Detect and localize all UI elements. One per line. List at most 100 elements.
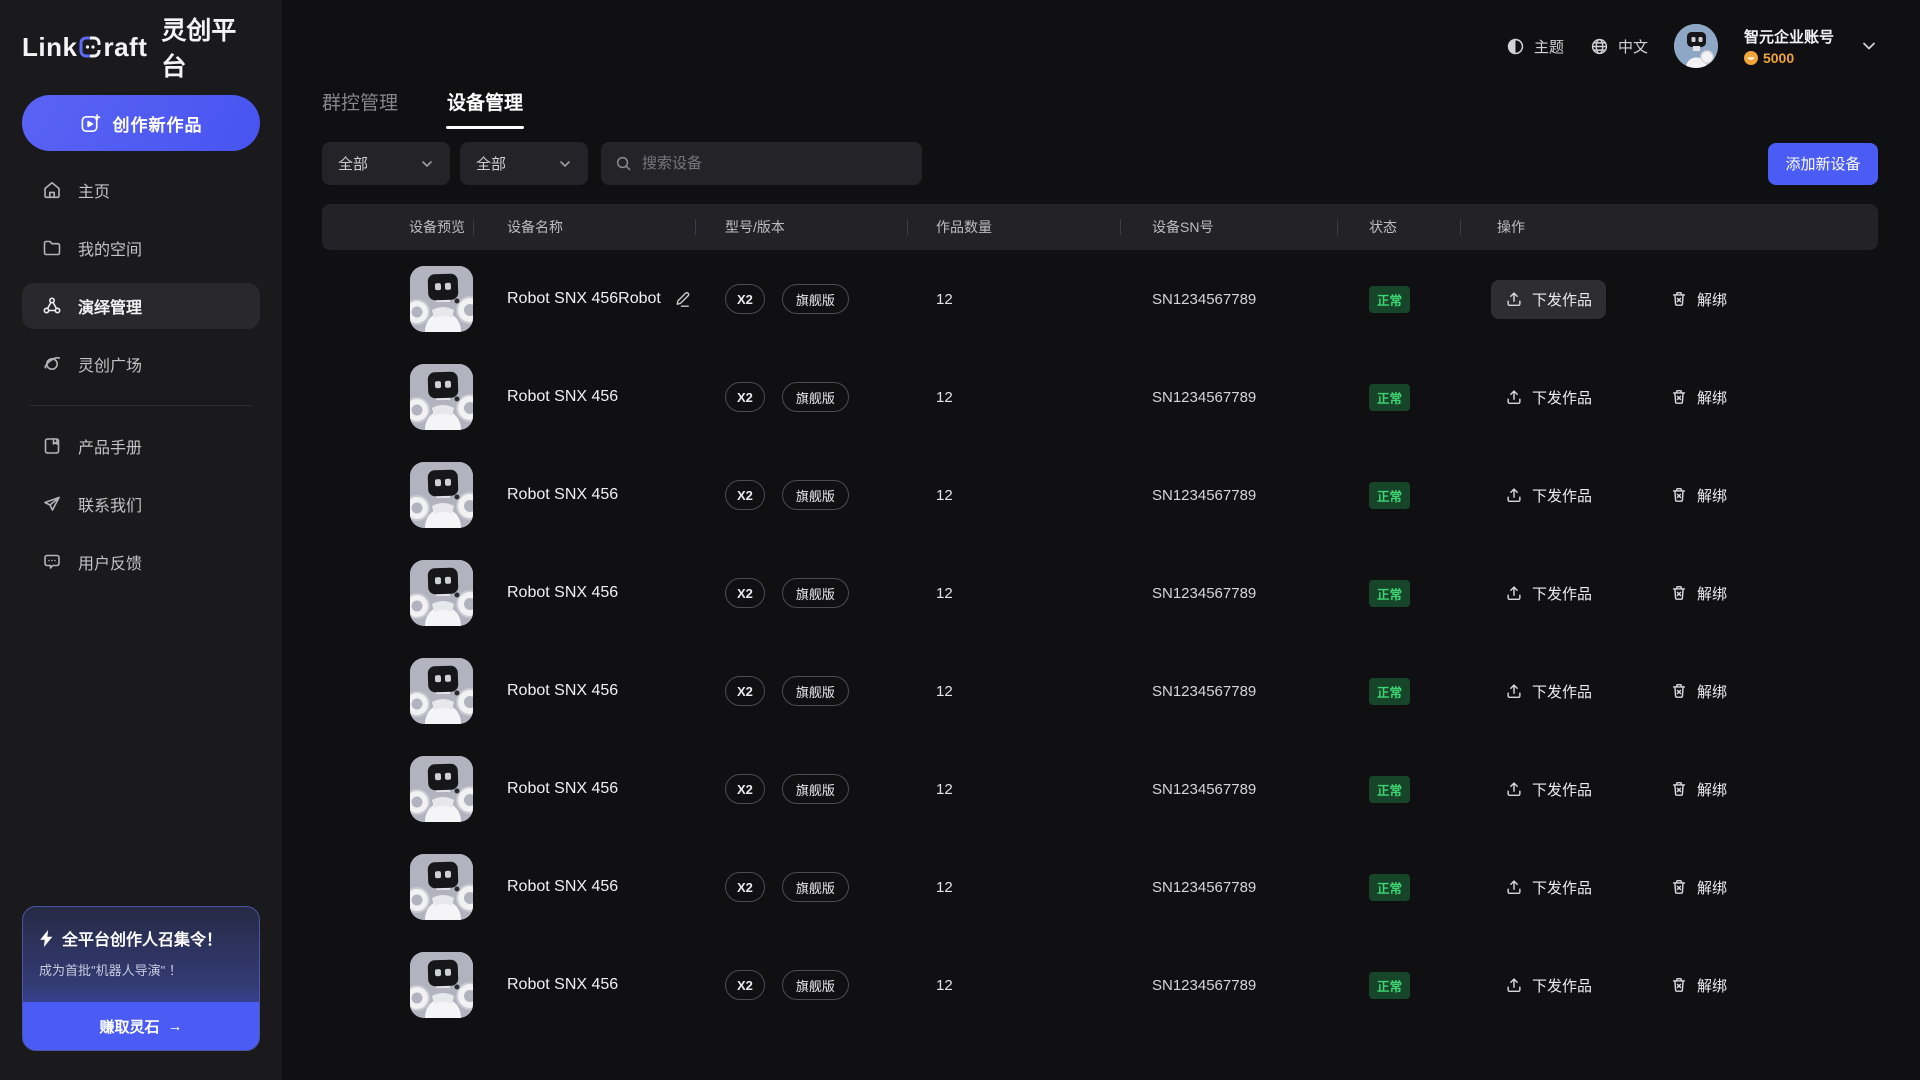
filter-select-2[interactable]: 全部 xyxy=(460,142,588,185)
model-badge: X2 xyxy=(725,970,765,1000)
device-name: Robot SNX 456 xyxy=(507,486,618,504)
planet-icon xyxy=(42,354,62,374)
trash-unbind-icon xyxy=(1670,878,1688,896)
status-badge: 正常 xyxy=(1369,286,1410,313)
chevron-down-icon[interactable] xyxy=(1860,37,1878,55)
unbind-label: 解绑 xyxy=(1697,681,1727,702)
status-badge: 正常 xyxy=(1369,482,1410,509)
sidebar-item-contact-us[interactable]: 联系我们 xyxy=(22,481,260,527)
deploy-work-button[interactable]: 下发作品 xyxy=(1491,280,1606,319)
topbar: 主题 中文 智元企业账号 xyxy=(1506,20,1878,72)
table-row: Robot SNX 456 X2 旗舰版 12 SN1234567789 正常 xyxy=(322,642,1878,740)
edit-icon[interactable] xyxy=(673,290,692,309)
unbind-label: 解绑 xyxy=(1697,485,1727,506)
book-icon xyxy=(42,436,62,456)
unbind-button[interactable]: 解绑 xyxy=(1670,583,1727,604)
model-badge: X2 xyxy=(725,382,765,412)
device-sn: SN1234567789 xyxy=(1120,683,1337,700)
sidebar-item-user-feedback[interactable]: 用户反馈 xyxy=(22,539,260,585)
unbind-label: 解绑 xyxy=(1697,779,1727,800)
theme-label: 主题 xyxy=(1534,36,1564,57)
model-badge: X2 xyxy=(725,578,765,608)
device-name: Robot SNX 456 xyxy=(507,682,618,700)
tab-device-management[interactable]: 设备管理 xyxy=(447,88,523,129)
column-header-status: 状态 xyxy=(1337,217,1397,237)
sidebar-item-product-manual[interactable]: 产品手册 xyxy=(22,423,260,469)
sidebar-item-label: 演绎管理 xyxy=(78,294,142,318)
folder-icon xyxy=(42,238,62,258)
deploy-work-button[interactable]: 下发作品 xyxy=(1491,672,1606,711)
deploy-work-label: 下发作品 xyxy=(1532,289,1592,310)
brand-robot-c-icon xyxy=(78,35,102,59)
create-new-work-button[interactable]: 创作新作品 xyxy=(22,95,260,151)
column-header-name: 设备名称 xyxy=(473,217,563,237)
nodes-icon xyxy=(42,296,62,316)
model-badge: X2 xyxy=(725,872,765,902)
sidebar-item-label: 联系我们 xyxy=(78,492,142,516)
unbind-button[interactable]: 解绑 xyxy=(1670,779,1727,800)
device-thumbnail xyxy=(410,462,473,528)
unbind-label: 解绑 xyxy=(1697,583,1727,604)
sidebar-item-home[interactable]: 主页 xyxy=(22,167,260,213)
sidebar-item-lingchuang-plaza[interactable]: 灵创广场 xyxy=(22,341,260,387)
sidebar-nav-secondary: 产品手册 联系我们 用户反馈 xyxy=(22,423,260,585)
deploy-work-button[interactable]: 下发作品 xyxy=(1491,868,1606,907)
upload-icon xyxy=(1505,780,1523,798)
deploy-work-button[interactable]: 下发作品 xyxy=(1491,770,1606,809)
chevron-down-icon xyxy=(420,157,434,171)
works-count: 12 xyxy=(907,389,1120,406)
column-header-actions: 操作 xyxy=(1460,217,1525,237)
device-thumbnail xyxy=(410,854,473,920)
upload-icon xyxy=(1505,486,1523,504)
trash-unbind-icon xyxy=(1670,486,1688,504)
theme-toggle[interactable]: 主题 xyxy=(1506,36,1564,57)
unbind-button[interactable]: 解绑 xyxy=(1670,877,1727,898)
upload-icon xyxy=(1505,682,1523,700)
search-input[interactable] xyxy=(642,155,908,172)
version-badge: 旗舰版 xyxy=(782,872,849,902)
version-badge: 旗舰版 xyxy=(782,970,849,1000)
column-header-preview: 设备预览 xyxy=(322,217,465,237)
filter-select-1[interactable]: 全部 xyxy=(322,142,450,185)
column-header-works: 作品数量 xyxy=(907,217,992,237)
account-avatar[interactable] xyxy=(1674,24,1718,68)
device-thumbnail xyxy=(410,756,473,822)
sidebar-item-my-space[interactable]: 我的空间 xyxy=(22,225,260,271)
device-name: Robot SNX 456 xyxy=(507,584,618,602)
language-switcher[interactable]: 中文 xyxy=(1590,36,1648,57)
sidebar-item-label: 用户反馈 xyxy=(78,550,142,574)
device-thumbnail xyxy=(410,658,473,724)
sidebar-item-label: 灵创广场 xyxy=(78,352,142,376)
earn-lingshi-button[interactable]: 赚取灵石 → xyxy=(23,1002,259,1050)
deploy-work-label: 下发作品 xyxy=(1532,583,1592,604)
deploy-work-label: 下发作品 xyxy=(1532,975,1592,996)
add-device-button[interactable]: 添加新设备 xyxy=(1768,143,1878,185)
device-thumbnail xyxy=(410,364,473,430)
deploy-work-button[interactable]: 下发作品 xyxy=(1491,476,1606,515)
deploy-work-button[interactable]: 下发作品 xyxy=(1491,378,1606,417)
unbind-label: 解绑 xyxy=(1697,975,1727,996)
upload-icon xyxy=(1505,388,1523,406)
tab-group-control[interactable]: 群控管理 xyxy=(322,88,398,129)
unbind-button[interactable]: 解绑 xyxy=(1670,289,1727,310)
chevron-down-icon xyxy=(558,157,572,171)
language-label: 中文 xyxy=(1618,36,1648,57)
table-row: Robot SNX 456 X2 旗舰版 12 SN1234567789 正常 xyxy=(322,740,1878,838)
deploy-work-button[interactable]: 下发作品 xyxy=(1491,574,1606,613)
device-table: 设备预览 设备名称 型号/版本 作品数量 设备SN号 状态 操作 xyxy=(322,204,1878,1034)
unbind-button[interactable]: 解绑 xyxy=(1670,975,1727,996)
unbind-button[interactable]: 解绑 xyxy=(1670,681,1727,702)
column-header-model: 型号/版本 xyxy=(695,217,785,237)
unbind-button[interactable]: 解绑 xyxy=(1670,387,1727,408)
works-count: 12 xyxy=(907,977,1120,994)
status-badge: 正常 xyxy=(1369,384,1410,411)
table-header: 设备预览 设备名称 型号/版本 作品数量 设备SN号 状态 操作 xyxy=(322,204,1878,250)
deploy-work-button[interactable]: 下发作品 xyxy=(1491,966,1606,1005)
account-name: 智元企业账号 xyxy=(1744,26,1834,47)
table-row: Robot SNX 456 X2 旗舰版 12 SN1234567789 正常 xyxy=(322,936,1878,1034)
account-info[interactable]: 智元企业账号 5000 xyxy=(1744,26,1834,66)
unbind-label: 解绑 xyxy=(1697,289,1727,310)
device-sn: SN1234567789 xyxy=(1120,487,1337,504)
sidebar-item-performance-management[interactable]: 演绎管理 xyxy=(22,283,260,329)
unbind-button[interactable]: 解绑 xyxy=(1670,485,1727,506)
